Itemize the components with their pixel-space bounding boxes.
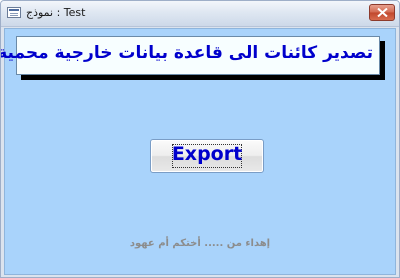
banner-title: تصدير كائنات الى قاعدة بيانات خارجية محم… — [0, 43, 373, 63]
title-bar[interactable]: نموذج : Test — [1, 1, 399, 27]
window-title: نموذج : Test — [26, 6, 86, 19]
close-icon — [377, 8, 388, 17]
dedication-label: إهداء من ..... أختكم أم عهود — [129, 238, 271, 249]
export-button[interactable]: Export — [150, 139, 264, 173]
banner: تصدير كائنات الى قاعدة بيانات خارجية محم… — [1, 36, 380, 75]
close-button[interactable] — [369, 4, 395, 21]
form-body: تصدير كائنات الى قاعدة بيانات خارجية محم… — [1, 28, 396, 275]
form-window: نموذج : Test تصدير كائنات الى قاعدة بيان… — [0, 0, 400, 278]
export-button-label: Export — [171, 143, 243, 165]
form-icon — [7, 7, 21, 18]
